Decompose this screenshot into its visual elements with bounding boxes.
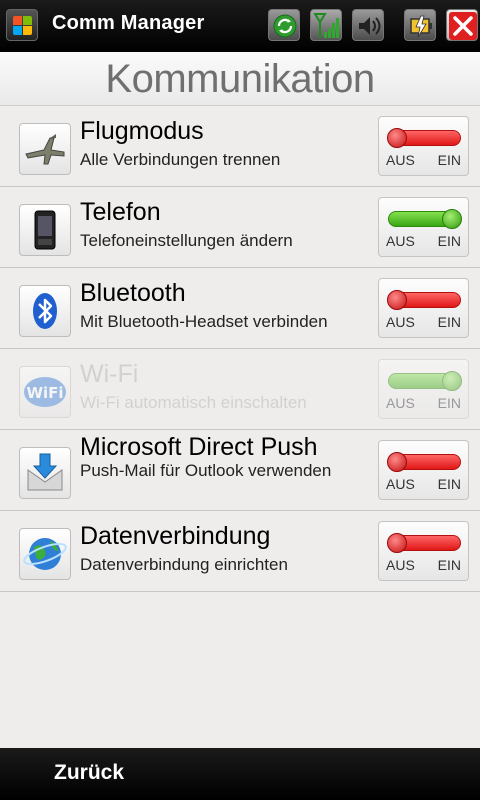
sync-icon[interactable]	[268, 9, 300, 41]
windows-start-icon	[13, 16, 33, 36]
globe-icon	[19, 528, 71, 580]
toggle-off-label: AUS	[386, 476, 415, 492]
toggle-knob[interactable]	[387, 290, 407, 310]
row-wifi: WiFi Wi-Fi Wi-Fi automatisch einschalten…	[0, 349, 480, 430]
sound-icon[interactable]	[352, 9, 384, 41]
toggle-knob[interactable]	[387, 452, 407, 472]
flugmodus-toggle[interactable]: AUS EIN	[378, 116, 469, 176]
battery-icon[interactable]	[404, 9, 436, 41]
airplane-icon	[19, 123, 71, 175]
row-subtitle: Push-Mail für Outlook verwenden	[80, 461, 332, 480]
toggle-knob[interactable]	[442, 209, 462, 229]
toggle-track	[387, 128, 461, 148]
toggle-knob	[442, 371, 462, 391]
close-button[interactable]	[446, 9, 478, 41]
toggle-off-label: AUS	[386, 233, 415, 249]
row-subtitle: Telefoneinstellungen ändern	[80, 231, 293, 250]
direct-push-toggle[interactable]: AUS EIN	[378, 440, 469, 500]
bluetooth-toggle[interactable]: AUS EIN	[378, 278, 469, 338]
phone-icon	[19, 204, 71, 256]
row-title: Flugmodus	[80, 117, 204, 145]
toggle-off-label: AUS	[386, 314, 415, 330]
row-subtitle: Alle Verbindungen trennen	[80, 150, 281, 169]
datenverbindung-toggle[interactable]: AUS EIN	[378, 521, 469, 581]
svg-text:WiFi: WiFi	[26, 384, 63, 402]
row-subtitle: Datenverbindung einrichten	[80, 555, 288, 574]
toggle-off-label: AUS	[386, 152, 415, 168]
row-datenverbindung: Datenverbindung Datenverbindung einricht…	[0, 511, 480, 592]
bottom-bar: Zurück	[0, 748, 480, 800]
toggle-on-label: EIN	[437, 476, 461, 492]
row-title: Telefon	[80, 198, 161, 226]
toggle-off-label: AUS	[386, 395, 415, 411]
toggle-on-label: EIN	[437, 233, 461, 249]
toggle-on-label: EIN	[437, 152, 461, 168]
wifi-toggle: AUS EIN	[378, 359, 469, 419]
row-subtitle: Wi-Fi automatisch einschalten	[80, 393, 307, 412]
title-bar: Comm Manager	[0, 0, 480, 52]
toggle-track	[388, 209, 462, 229]
row-bluetooth: Bluetooth Mit Bluetooth-Headset verbinde…	[0, 268, 480, 349]
toggle-off-label: AUS	[386, 557, 415, 573]
wifi-icon: WiFi	[19, 366, 71, 418]
toggle-track	[388, 371, 462, 391]
row-flugmodus: Flugmodus Alle Verbindungen trennen AUS …	[0, 106, 480, 187]
toggle-on-label: EIN	[437, 557, 461, 573]
toggle-knob[interactable]	[387, 533, 407, 553]
toggle-on-label: EIN	[437, 395, 461, 411]
page-header: Kommunikation	[0, 52, 480, 106]
close-icon	[449, 12, 477, 40]
row-title: Bluetooth	[80, 279, 186, 307]
row-subtitle: Mit Bluetooth-Headset verbinden	[80, 312, 328, 331]
toggle-on-label: EIN	[437, 314, 461, 330]
toggle-track	[387, 533, 461, 553]
toggle-track	[387, 452, 461, 472]
app-title: Comm Manager	[52, 12, 205, 34]
telefon-toggle[interactable]: AUS EIN	[378, 197, 469, 257]
bluetooth-icon	[19, 285, 71, 337]
row-title: Datenverbindung	[80, 522, 271, 550]
toggle-knob[interactable]	[387, 128, 407, 148]
windows-start-button[interactable]	[6, 9, 38, 41]
toggle-track	[387, 290, 461, 310]
row-telefon: Telefon Telefoneinstellungen ändern AUS …	[0, 187, 480, 268]
push-mail-icon	[19, 447, 71, 499]
page-title: Kommunikation	[105, 57, 375, 101]
row-title: Microsoft Direct Push	[80, 433, 318, 461]
row-title: Wi-Fi	[80, 360, 139, 388]
row-direct-push: Microsoft Direct Push Push-Mail für Outl…	[0, 430, 480, 511]
back-button[interactable]: Zurück	[54, 761, 124, 785]
signal-icon[interactable]	[310, 9, 342, 41]
